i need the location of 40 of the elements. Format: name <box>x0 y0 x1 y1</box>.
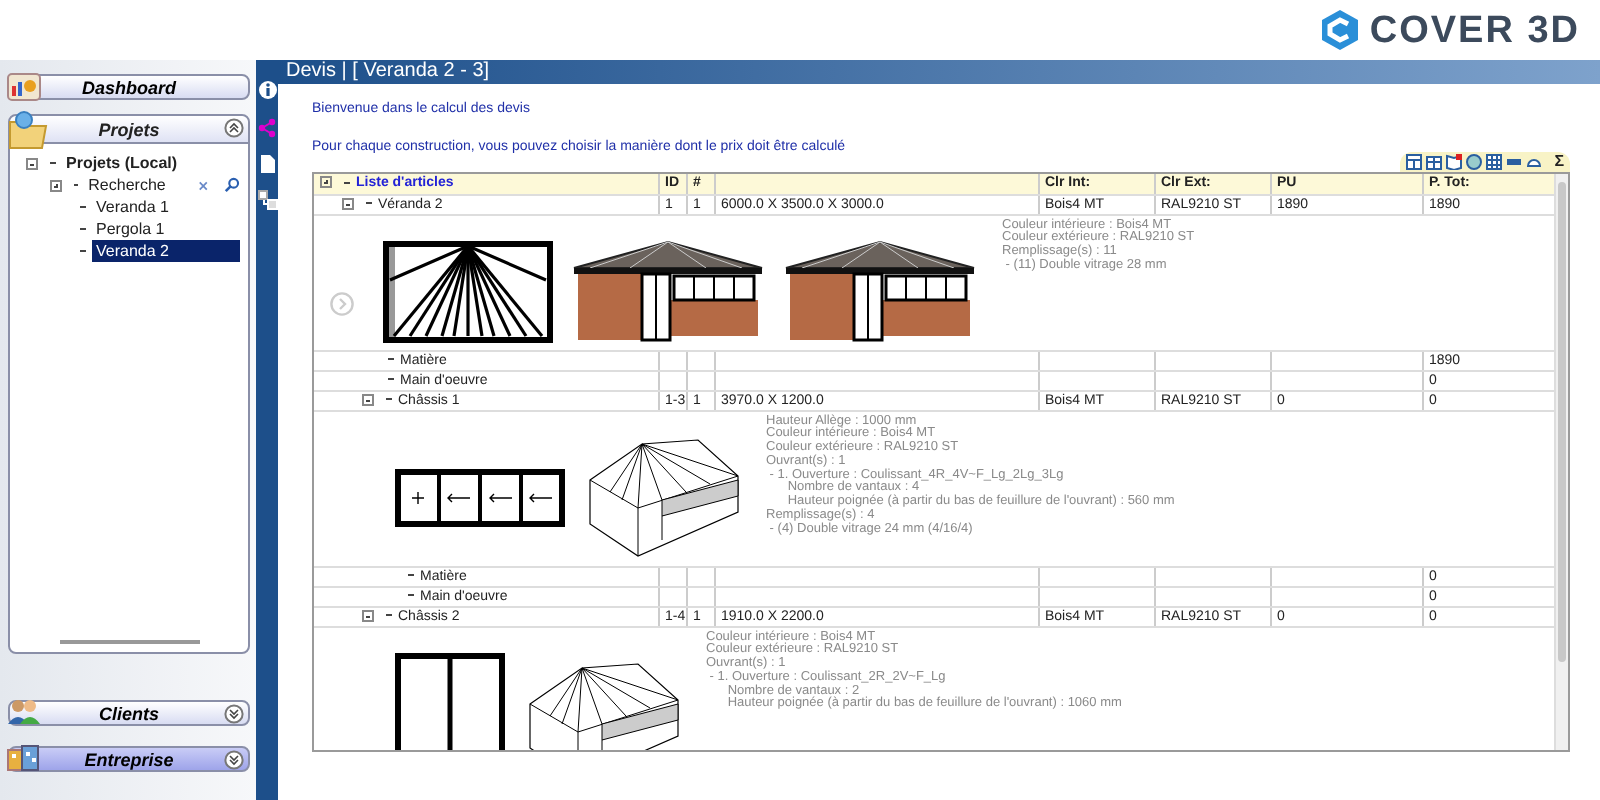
book-icon[interactable] <box>1446 154 1463 170</box>
ruler-icon[interactable] <box>1506 154 1523 170</box>
folder-icon <box>6 110 50 150</box>
info-icon[interactable] <box>257 80 277 102</box>
tree-toggle-icon[interactable] <box>342 197 354 210</box>
tree-item[interactable]: Veranda 1 <box>92 196 173 218</box>
grid-icon[interactable] <box>1426 154 1443 170</box>
tree-toggle-icon[interactable] <box>362 609 374 622</box>
grid-icon[interactable] <box>1486 154 1503 170</box>
tree-item[interactable]: Veranda 2 <box>92 240 240 262</box>
door-elevation-drawing <box>395 652 505 750</box>
tree-toggle-icon[interactable] <box>50 179 62 191</box>
panel-title: Projets <box>98 120 160 140</box>
panel-title: Devis | [ Veranda 2 - 3] <box>278 60 1600 84</box>
scroll-bar[interactable] <box>59 640 199 644</box>
buildings-icon <box>6 742 42 772</box>
sum-button[interactable]: Σ <box>1554 154 1564 170</box>
clients-button[interactable]: Clients <box>8 700 250 726</box>
scroll-bar[interactable] <box>1554 174 1568 750</box>
tree-item[interactable]: Pergola 1 <box>92 218 169 240</box>
people-icon <box>6 696 42 726</box>
tree-item[interactable]: Projets (Local) <box>62 152 182 174</box>
company-button[interactable]: Entreprise <box>8 746 250 772</box>
tree-toggle-icon[interactable] <box>362 393 374 406</box>
globe-icon[interactable] <box>1466 154 1483 170</box>
clear-icon[interactable] <box>197 179 209 191</box>
logo-icon <box>1317 8 1362 52</box>
search-icon[interactable] <box>224 176 241 194</box>
tree-item[interactable]: Recherche <box>84 174 170 196</box>
expand-icon[interactable] <box>224 704 244 724</box>
tree-toggle-icon[interactable] <box>320 176 332 189</box>
table-icon[interactable] <box>1406 154 1423 170</box>
chart-icon <box>6 70 42 102</box>
brand-name: COVER 3D <box>1369 11 1580 49</box>
collapse-icon[interactable] <box>224 118 244 138</box>
scroll-thumb[interactable] <box>1558 182 1566 662</box>
expand-icon[interactable] <box>224 750 244 770</box>
tree-toggle-icon[interactable] <box>26 157 38 169</box>
hierarchy-icon[interactable] <box>257 190 277 210</box>
dashboard-button[interactable]: Dashboard <box>8 74 250 100</box>
